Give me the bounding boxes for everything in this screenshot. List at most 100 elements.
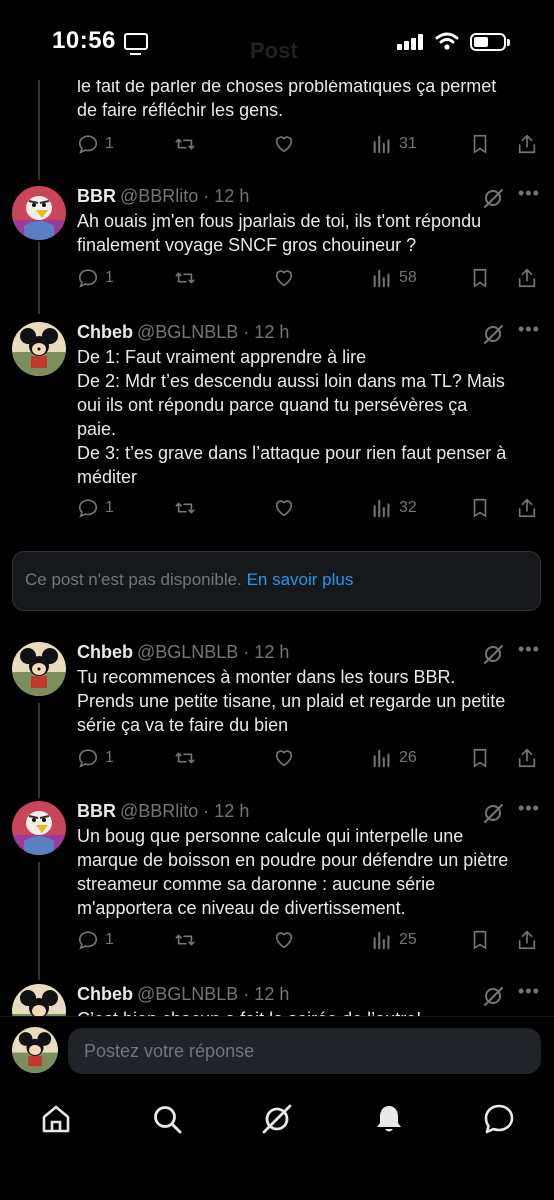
like-button[interactable] [273,265,295,291]
tweet[interactable]: le fait de parler de choses problématiqu… [0,70,554,170]
reply-button[interactable]: 1 [77,265,114,291]
reply-button[interactable]: 1 [77,927,114,953]
like-button[interactable] [273,131,295,157]
share-button[interactable] [516,131,538,157]
grok-icon[interactable] [482,323,504,345]
share-icon [518,748,536,768]
bookmark-button[interactable] [469,265,491,291]
author-handle[interactable]: @BBRlito [120,801,198,821]
tweet-header: BBR @BBRlito · 12 h [77,186,249,210]
bookmark-button[interactable] [469,495,491,521]
bookmark-button[interactable] [469,131,491,157]
reply-bar: Postez votre réponse [0,1016,554,1086]
heart-icon [275,932,293,949]
share-button[interactable] [516,265,538,291]
views-icon [373,135,390,154]
user-avatar[interactable] [12,1027,58,1073]
retweet-button[interactable] [174,745,196,771]
author-name[interactable]: BBR [77,801,116,821]
tweet-text: le fait de parler de choses problématiqu… [77,76,497,120]
bookmark-button[interactable] [469,927,491,953]
reply-button[interactable]: 1 [77,495,114,521]
tweet[interactable]: BBR @BBRlito · 12 h ••• Ah ouais jm'en fo… [0,184,554,296]
tab-grok[interactable] [260,1102,294,1136]
like-button[interactable] [273,495,295,521]
tab-search[interactable] [150,1102,184,1136]
share-button[interactable] [516,495,538,521]
views-icon [373,931,390,950]
author-name[interactable]: Chbeb [77,642,133,662]
views-button[interactable]: 31 [371,131,417,157]
share-button[interactable] [516,927,538,953]
tweet-actions: 1 26 [77,745,542,771]
tweet-header: Chbeb @BGLNBLB · 12 h [77,322,289,346]
retweet-icon [175,752,195,764]
reply-icon [78,499,98,518]
more-icon[interactable]: ••• [518,640,540,664]
reply-input[interactable]: Postez votre réponse [68,1028,541,1074]
grok-icon[interactable] [482,187,504,209]
home-icon [42,1105,70,1133]
reply-count: 1 [105,931,114,948]
tweet-header: BBR @BBRlito · 12 h [77,801,249,825]
bell-icon [377,1106,401,1132]
avatar[interactable] [12,186,66,240]
battery-icon [470,33,510,51]
retweet-button[interactable] [174,131,196,157]
views-button[interactable]: 32 [371,495,417,521]
avatar[interactable] [12,322,66,376]
views-button[interactable]: 25 [371,927,417,953]
grok-icon[interactable] [482,985,504,1007]
reply-icon [78,135,98,154]
eagle-avatar-image [12,186,66,240]
tweet[interactable]: Chbeb @BGLNBLB · 12 h ••• De 1: Faut vrai… [0,320,554,522]
learn-more-link[interactable]: En savoir plus [247,570,354,589]
tweet-actions: 1 25 [77,927,542,953]
mickey-avatar-image [12,642,66,696]
reply-button[interactable]: 1 [77,745,114,771]
post-time: · 12 h [238,322,290,342]
more-icon[interactable]: ••• [518,799,540,823]
author-name[interactable]: BBR [77,186,116,206]
retweet-button[interactable] [174,495,196,521]
reply-button[interactable]: 1 [77,131,114,157]
retweet-button[interactable] [174,265,196,291]
author-handle[interactable]: @BGLNBLB [137,642,238,662]
tweet[interactable]: Chbeb @BGLNBLB · 12 h ••• Tu recommences … [0,640,554,782]
views-icon [373,499,390,518]
more-icon[interactable]: ••• [518,184,540,208]
views-button[interactable]: 26 [371,745,417,771]
author-handle[interactable]: @BBRlito [120,186,198,206]
reply-icon [78,749,98,768]
bookmark-button[interactable] [469,745,491,771]
more-icon[interactable]: ••• [518,320,540,344]
post-time: · 12 h [198,801,250,821]
author-name[interactable]: Chbeb [77,322,133,342]
tab-home[interactable] [39,1102,73,1136]
tweet[interactable]: BBR @BBRlito · 12 h ••• Un boug que perso… [0,799,554,961]
more-icon[interactable]: ••• [518,982,540,1006]
reply-count: 1 [105,749,114,766]
author-handle[interactable]: @BGLNBLB [137,322,238,342]
status-bar: Post 10:56 [0,0,554,80]
avatar[interactable] [12,642,66,696]
author-handle[interactable]: @BGLNBLB [137,984,238,1004]
tab-notifications[interactable] [372,1102,406,1136]
views-button[interactable]: 58 [371,265,417,291]
tweet-text: Ah ouais jm'en fous jparlais de toi, ils… [77,211,482,255]
author-name[interactable]: Chbeb [77,984,133,1004]
retweet-button[interactable] [174,927,196,953]
tab-messages[interactable] [482,1102,516,1136]
like-button[interactable] [273,745,295,771]
heart-icon [275,750,293,767]
tweet-actions: 1 32 [77,495,542,521]
like-button[interactable] [273,927,295,953]
share-button[interactable] [516,745,538,771]
grok-icon[interactable] [482,802,504,824]
tweet-header: Chbeb @BGLNBLB · 12 h [77,984,289,1008]
grok-icon[interactable] [482,643,504,665]
clock: 10:56 [52,27,116,54]
retweet-icon [175,138,195,150]
avatar[interactable] [12,801,66,855]
tweet-text: De 1: Faut vraiment apprendre à lire De … [77,347,507,487]
